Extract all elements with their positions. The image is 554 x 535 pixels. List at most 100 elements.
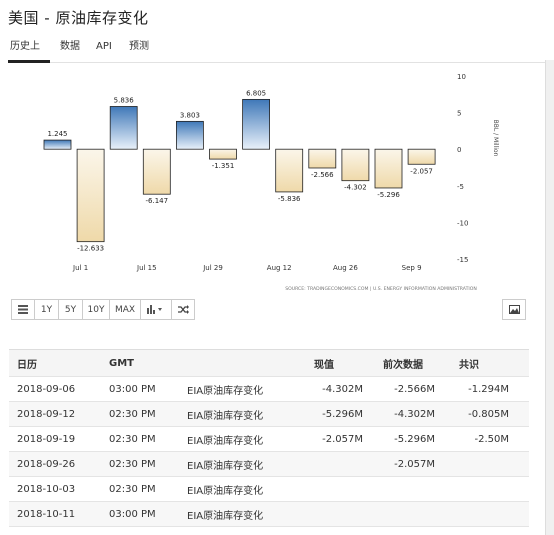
row-event[interactable]: EIA原油库存变化 [187, 477, 263, 501]
y-tick-label: 0 [457, 146, 461, 154]
tab-bar: 历史上 数据 API 预测 [8, 38, 554, 63]
scrollbar[interactable] [545, 60, 554, 535]
range-5y-button[interactable]: 5Y [58, 299, 83, 320]
row-date: 2018-09-06 [17, 383, 76, 395]
chart-toolbar: 1Y 5Y 10Y MAX [11, 299, 195, 320]
row-previous: -2.057M [394, 458, 435, 470]
x-tick-label: Aug 12 [267, 264, 292, 272]
source-note: SOURCE: TRADINGECONOMICS.COM | U.S. ENER… [285, 286, 477, 292]
bar-6[interactable] [242, 98, 271, 150]
bar-value-label-8: -2.566 [311, 171, 334, 179]
row-date: 2018-10-03 [17, 483, 76, 495]
shuffle-icon [177, 305, 189, 314]
row-event[interactable]: EIA原油库存变化 [187, 402, 263, 426]
page-title: 美国 - 原油库存变化 [8, 9, 149, 27]
row-actual: -4.302M [322, 383, 363, 395]
row-time: 02:30 PM [109, 408, 156, 420]
row-time: 02:30 PM [109, 458, 156, 470]
bar-0[interactable] [43, 139, 72, 150]
y-tick-label: -10 [457, 219, 468, 227]
row-previous: -5.296M [394, 433, 435, 445]
table-row[interactable]: 2018-09-19 02:30 PM EIA原油库存变化 -2.057M -5… [9, 427, 529, 452]
table-view-button[interactable] [11, 299, 35, 320]
x-tick-label: Aug 26 [333, 264, 358, 272]
range-max-button[interactable]: MAX [109, 299, 141, 320]
row-date: 2018-10-11 [17, 508, 76, 520]
table-row[interactable]: 2018-09-06 03:00 PM EIA原油库存变化 -4.302M -2… [9, 377, 529, 402]
header-consensus[interactable]: 共识 [459, 350, 479, 376]
bar-chart-icon [147, 305, 162, 314]
bar-value-label-5: -1.351 [212, 162, 235, 170]
row-event[interactable]: EIA原油库存变化 [187, 427, 263, 451]
range-1y-button[interactable]: 1Y [34, 299, 59, 320]
x-tick-label: Jul 1 [72, 264, 88, 272]
bar-2[interactable] [109, 106, 138, 150]
row-event[interactable]: EIA原油库存变化 [187, 502, 263, 526]
x-tick-label: Jul 15 [136, 264, 157, 272]
bar-value-label-6: 6.805 [246, 89, 266, 97]
tab-api[interactable]: API [96, 38, 112, 63]
row-time: 03:00 PM [109, 383, 156, 395]
tab-history[interactable]: 历史上 [8, 38, 50, 63]
row-consensus: -2.50M [474, 433, 509, 445]
range-10y-button[interactable]: 10Y [82, 299, 110, 320]
row-actual: -2.057M [322, 433, 363, 445]
x-tick-label: Sep 9 [402, 264, 422, 272]
image-icon [508, 305, 520, 314]
row-event[interactable]: EIA原油库存变化 [187, 452, 263, 476]
table-row[interactable]: 2018-10-11 03:00 PM EIA原油库存变化 [9, 502, 529, 527]
row-actual: -5.296M [322, 408, 363, 420]
bar-7[interactable] [275, 148, 304, 193]
bar-10[interactable] [374, 148, 403, 189]
bar-value-label-0: 1.245 [47, 130, 67, 138]
bar-value-label-10: -5.296 [377, 191, 400, 199]
x-tick-label: Jul 29 [202, 264, 223, 272]
row-consensus: -1.294M [468, 383, 509, 395]
bar-3[interactable] [142, 148, 171, 195]
row-previous: -4.302M [394, 408, 435, 420]
row-time: 02:30 PM [109, 433, 156, 445]
table-icon [18, 305, 28, 314]
download-image-button[interactable] [502, 299, 526, 320]
table-row[interactable]: 2018-09-26 02:30 PM EIA原油库存变化 -2.057M [9, 452, 529, 477]
y-tick-label: -5 [457, 183, 464, 191]
y-tick-label: -15 [457, 256, 468, 264]
tab-data[interactable]: 数据 [60, 38, 80, 63]
chart-type-button[interactable] [140, 299, 172, 320]
y-tick-label: 10 [457, 73, 466, 81]
header-actual[interactable]: 现值 [314, 350, 334, 376]
header-date[interactable]: 日历 [17, 350, 37, 376]
tab-forecast[interactable]: 预测 [129, 38, 149, 63]
row-time: 03:00 PM [109, 508, 156, 520]
bar-value-label-1: -12.633 [77, 245, 104, 253]
row-date: 2018-09-19 [17, 433, 76, 445]
bar-value-label-9: -4.302 [344, 184, 367, 192]
bar-value-label-11: -2.057 [410, 167, 433, 175]
row-consensus: -0.805M [468, 408, 509, 420]
bar-11[interactable] [407, 148, 436, 165]
bar-4[interactable] [175, 120, 204, 150]
table-row[interactable]: 2018-10-03 02:30 PM EIA原油库存变化 [9, 477, 529, 502]
calendar-table: 日历 GMT 现值 前次数据 共识 2018-09-06 03:00 PM EI… [9, 349, 529, 527]
row-time: 02:30 PM [109, 483, 156, 495]
table-header: 日历 GMT 现值 前次数据 共识 [9, 350, 529, 377]
y-axis-label: BBL / Million [492, 120, 499, 157]
row-date: 2018-09-26 [17, 458, 76, 470]
compare-button[interactable] [171, 299, 195, 320]
bar-value-label-2: 5.836 [114, 96, 135, 104]
header-previous[interactable]: 前次数据 [383, 350, 423, 376]
y-tick-label: 5 [457, 110, 461, 118]
bar-8[interactable] [308, 148, 337, 169]
row-event[interactable]: EIA原油库存变化 [187, 377, 263, 401]
inventory-bar-chart: 1.245 -12.633 5.836 -6.147 3.803 -1.351 6.805 -… [43, 73, 499, 292]
row-date: 2018-09-12 [17, 408, 76, 420]
bar-9[interactable] [341, 148, 370, 182]
bar-1[interactable] [76, 148, 105, 243]
bar-value-label-7: -5.836 [278, 195, 301, 203]
row-previous: -2.566M [394, 383, 435, 395]
bar-value-label-3: -6.147 [146, 197, 169, 205]
header-gmt[interactable]: GMT [109, 350, 134, 376]
bar-5[interactable] [209, 148, 237, 160]
table-row[interactable]: 2018-09-12 02:30 PM EIA原油库存变化 -5.296M -4… [9, 402, 529, 427]
bar-value-label-4: 3.803 [180, 111, 200, 119]
